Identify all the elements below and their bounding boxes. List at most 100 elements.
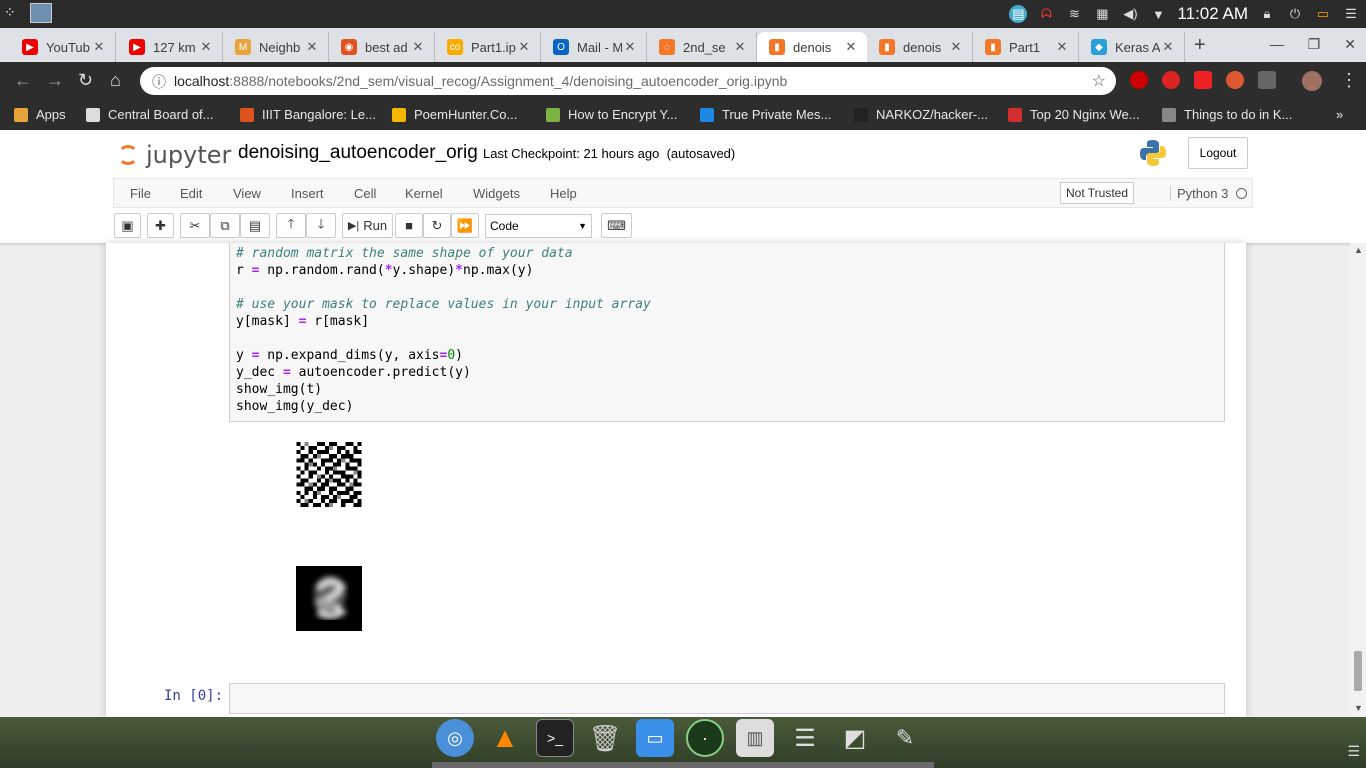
close-icon[interactable]: ✕ — [198, 39, 214, 55]
files-icon[interactable]: ▭ — [636, 719, 674, 757]
stop-icon[interactable]: ■ — [395, 213, 423, 238]
tab-active[interactable]: ▮ denois ✕ — [757, 32, 867, 62]
menu-help[interactable]: Help — [550, 186, 577, 201]
clipboard-icon[interactable]: ▦ — [1093, 5, 1111, 23]
photo-viewer-icon[interactable]: ◩ — [836, 719, 874, 757]
move-up-icon[interactable]: 🡑 — [276, 213, 306, 238]
extension-hand-icon[interactable] — [1162, 71, 1180, 89]
desktop-menu-icon[interactable]: ☰ — [1347, 743, 1360, 760]
save-icon[interactable]: ▣ — [114, 213, 141, 238]
fast-forward-icon[interactable]: ⏩ — [451, 213, 479, 238]
tab[interactable]: ▮ denois ✕ — [867, 32, 973, 62]
trust-indicator[interactable]: Not Trusted — [1060, 182, 1134, 204]
tools-icon[interactable]: ✎ — [886, 719, 924, 757]
menu-kernel[interactable]: Kernel — [405, 186, 443, 201]
reload-icon[interactable]: ↻ — [78, 70, 93, 91]
lock-icon[interactable]: 🔒︎ — [1258, 5, 1276, 23]
clock[interactable]: 11:02 AM — [1177, 4, 1248, 24]
trash-icon[interactable]: 🗑︎ — [586, 719, 624, 757]
bookmarks-overflow-icon[interactable]: » — [1336, 107, 1343, 122]
url-text[interactable]: localhost:8888/notebooks/2nd_sem/visual_… — [174, 73, 787, 89]
menu-view[interactable]: View — [233, 186, 261, 201]
adblock-icon[interactable] — [1130, 71, 1148, 89]
notes-icon[interactable]: ▤ — [1009, 5, 1028, 23]
chrome-icon[interactable]: ◎ — [436, 719, 474, 757]
dropdown-icon[interactable]: ▼ — [1149, 5, 1167, 23]
bookmark-item[interactable]: Central Board of... — [86, 107, 214, 122]
vlc-icon[interactable]: ▲ — [486, 719, 524, 757]
cell-type-select[interactable]: Code ▼ — [485, 214, 592, 238]
battery-icon[interactable]: ▭ — [1314, 5, 1332, 23]
tab[interactable]: ▮ Part1 ✕ — [973, 32, 1079, 62]
menu-insert[interactable]: Insert — [291, 186, 324, 201]
duckduckgo-icon[interactable] — [1226, 71, 1244, 89]
window-close-icon[interactable]: ✕ — [1344, 36, 1356, 53]
cut-icon[interactable]: ✂ — [180, 213, 210, 238]
tab[interactable]: co Part1.ip ✕ — [435, 32, 541, 62]
close-icon[interactable]: ✕ — [622, 39, 638, 55]
tab[interactable]: ◆ Keras A ✕ — [1079, 32, 1185, 62]
scroll-up-icon[interactable]: ▲ — [1354, 245, 1363, 255]
close-icon[interactable]: ✕ — [516, 39, 532, 55]
power-icon[interactable]: ⏻ — [1286, 5, 1304, 23]
home-icon[interactable]: ⌂ — [110, 70, 121, 91]
forward-icon[interactable]: → — [46, 70, 64, 91]
bookmark-item[interactable]: Apps — [14, 107, 66, 122]
workspace-icon[interactable] — [30, 3, 52, 23]
back-icon[interactable]: ← — [14, 70, 32, 91]
maximize-icon[interactable]: ❐ — [1308, 36, 1321, 53]
keyboard-icon[interactable]: ⌨ — [601, 213, 632, 238]
notebook-name[interactable]: denoising_autoencoder_orig — [238, 142, 478, 164]
tab[interactable]: ▶ YouTub ✕ — [10, 32, 116, 62]
insert-cell-icon[interactable]: ✚ — [147, 213, 174, 238]
bookmark-item[interactable]: How to Encrypt Y... — [546, 107, 677, 122]
code-cell-editor[interactable]: # random matrix the same shape of your d… — [229, 243, 1225, 422]
profile-avatar[interactable] — [1302, 71, 1322, 91]
shield-icon[interactable] — [1258, 71, 1276, 89]
address-bar[interactable]: ⓘ localhost:8888/notebooks/2nd_sem/visua… — [140, 67, 1116, 95]
bookmark-star-icon[interactable]: ☆ — [1092, 71, 1106, 91]
close-icon[interactable]: ✕ — [304, 39, 320, 55]
bookmark-item[interactable]: True Private Mes... — [700, 107, 831, 122]
close-icon[interactable]: ✕ — [843, 39, 859, 55]
notes-app-icon[interactable]: ☰ — [786, 719, 824, 757]
menu-cell[interactable]: Cell — [354, 186, 376, 201]
app-menu-icon[interactable]: ⁘ — [4, 4, 22, 22]
ghost-icon[interactable]: ᗣ — [1037, 5, 1055, 23]
bookmark-item[interactable]: Things to do in K... — [1162, 107, 1292, 122]
kebab-menu-icon[interactable]: ⋮ — [1340, 70, 1358, 91]
empty-code-cell[interactable] — [229, 683, 1225, 714]
cabinet-icon[interactable]: ▥ — [736, 719, 774, 757]
terminal-icon[interactable]: >_ — [536, 719, 574, 757]
close-icon[interactable]: ✕ — [1054, 39, 1070, 55]
menu-edit[interactable]: Edit — [180, 186, 202, 201]
logout-button[interactable]: Logout — [1188, 137, 1248, 169]
scrollbar-thumb[interactable] — [1354, 651, 1362, 691]
paste-icon[interactable]: ▤ — [240, 213, 270, 238]
tab[interactable]: O Mail - M ✕ — [541, 32, 647, 62]
extension-dots-icon[interactable] — [1194, 71, 1212, 89]
close-icon[interactable]: ✕ — [732, 39, 748, 55]
run-button[interactable]: ▶| Run — [342, 213, 393, 238]
page-scrollbar[interactable]: ▲ ▼ — [1350, 243, 1366, 717]
bookmark-item[interactable]: Top 20 Nginx We... — [1008, 107, 1140, 122]
close-icon[interactable]: ✕ — [1160, 39, 1176, 55]
volume-icon[interactable]: ◀) — [1121, 5, 1139, 23]
radar-icon[interactable]: · — [686, 719, 724, 757]
bookmark-item[interactable]: NARKOZ/hacker-... — [854, 107, 988, 122]
restart-icon[interactable]: ↻ — [423, 213, 451, 238]
close-icon[interactable]: ✕ — [948, 39, 964, 55]
minimize-icon[interactable]: — — [1270, 36, 1284, 53]
close-icon[interactable]: ✕ — [410, 39, 426, 55]
settings-icon[interactable]: ☰ — [1342, 5, 1360, 23]
tab[interactable]: M Neighb ✕ — [223, 32, 329, 62]
new-tab-icon[interactable]: + — [1194, 34, 1206, 57]
tab[interactable]: ▶ 127 km ✕ — [117, 32, 223, 62]
bookmark-item[interactable]: IIIT Bangalore: Le... — [240, 107, 376, 122]
tab[interactable]: ◌ 2nd_se ✕ — [647, 32, 757, 62]
close-icon[interactable]: ✕ — [91, 39, 107, 55]
move-down-icon[interactable]: 🡓 — [306, 213, 336, 238]
scroll-down-icon[interactable]: ▼ — [1354, 703, 1363, 713]
info-icon[interactable]: ⓘ — [152, 72, 166, 92]
menu-widgets[interactable]: Widgets — [473, 186, 520, 201]
